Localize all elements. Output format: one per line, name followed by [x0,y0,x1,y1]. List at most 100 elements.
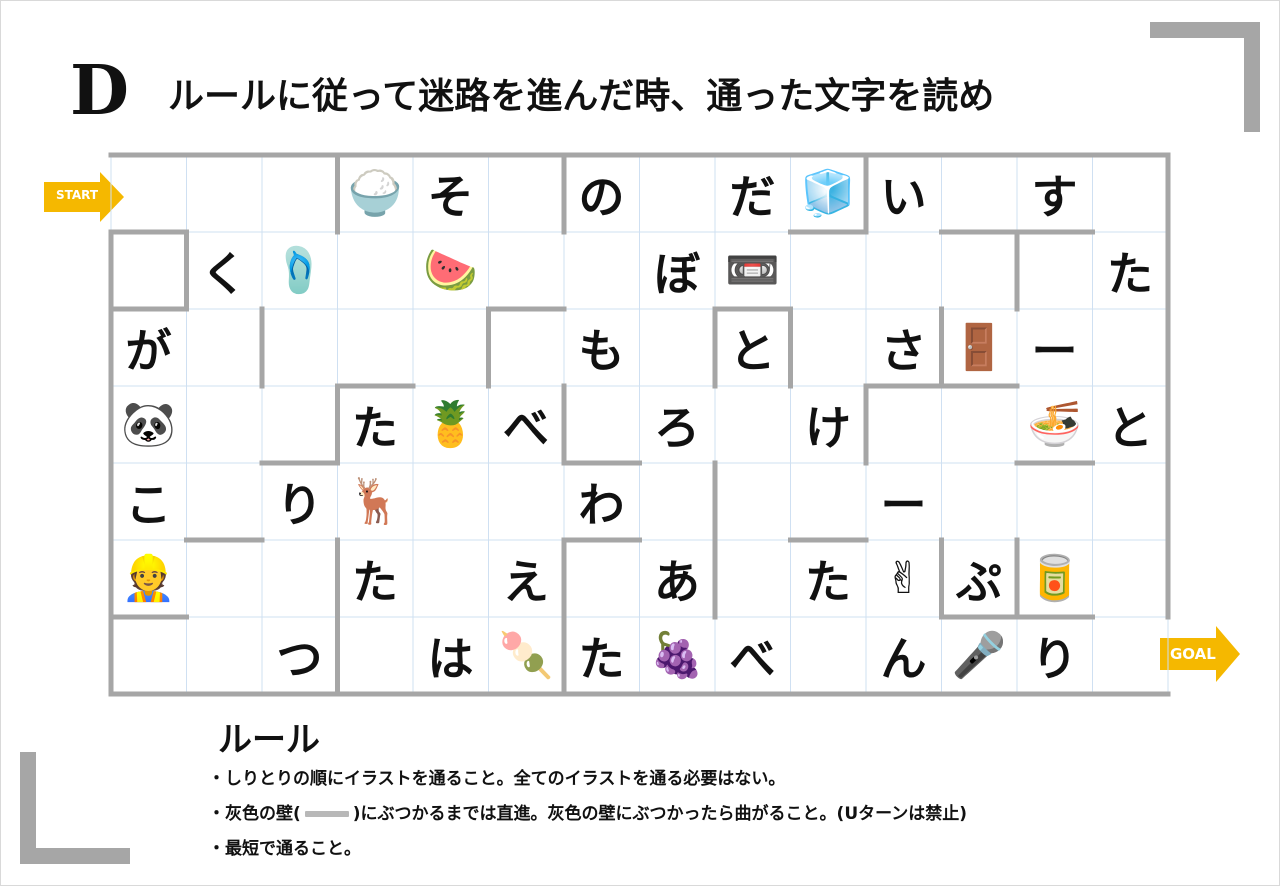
maze-cell-character: た [805,554,851,609]
rubiks-cube-icon-glyph: 🧊 [800,167,856,219]
maze-cell-empty [640,463,715,540]
door-icon-glyph: 🚪 [951,321,1007,373]
maze-cell-empty [262,540,337,617]
maze-cell-character: り [1031,631,1078,686]
maze-cell-character: ぼ [654,246,700,301]
rubiks-cube-icon: 🧊 [791,155,866,232]
maze-cell-character: す [1031,169,1078,224]
maze-cell-character: た [352,400,398,455]
maze-cell-character: さ [880,323,927,378]
maze-cell-empty [262,309,337,386]
maze-cell-character: ん [880,631,927,686]
rice-bowl-icon-glyph: 🍚 [347,167,403,219]
maze-cell-empty [111,155,186,232]
maze-cell-empty [640,309,715,386]
deer-icon: 🦌 [338,463,413,540]
maze-cell-character: ろ [654,400,700,455]
maze-cell-empty [111,232,186,309]
maze-cell-character: わ [578,477,625,532]
maze-cell-character: と [729,323,776,378]
dango-icon-glyph: 🍡 [498,629,554,681]
carpenter-icon-glyph: 👷 [121,552,176,604]
wall-sample-swatch [304,811,349,817]
maze-cell-character: ー [1031,323,1078,378]
maze-cell-empty [942,463,1017,540]
rule-1: ・しりとりの順にイラストを通ること。全てのイラストを通る必要はない。 [208,769,786,789]
maze-cell-empty [489,232,564,309]
maze-cell-empty [715,540,790,617]
maze-cell-empty [1093,309,1168,386]
maze-cell-character: た [578,631,625,686]
maze-cell-empty [1093,155,1168,232]
door-icon: 🚪 [942,309,1017,386]
maze-cell-character: け [805,400,851,455]
maze-cell-empty [791,309,866,386]
maze-cell-empty [187,617,262,694]
maze-cell-empty [564,540,639,617]
maze-cell-empty [338,617,413,694]
maze-cell-empty [791,463,866,540]
cassette-tape-icon-glyph: 📼 [725,244,780,296]
maze-cell-character: く [201,246,247,301]
panda-icon: 🐼 [111,386,186,463]
rule-2-suffix: )にぶつかるまでは直進。灰色の壁にぶつかったら曲がること。(Uターンは禁止) [352,804,968,824]
maze-cell-character: は [427,631,474,686]
maze-cell-empty [564,386,639,463]
panda-icon-glyph: 🐼 [121,398,176,450]
grapes-icon: 🍇 [640,617,715,694]
maze-cell-empty [1093,617,1168,694]
maze-cell-character: え [503,554,549,609]
maze-cell-empty [489,155,564,232]
maze-cell-empty [564,232,639,309]
maze-cell-empty [413,309,488,386]
maze-cell-character: べ [503,400,549,455]
microphone-icon: 🎤 [942,617,1017,694]
rice-bowl-icon: 🍚 [338,155,413,232]
rules-title: ルール [218,720,320,760]
deer-icon-glyph: 🦌 [347,475,403,527]
maze-cell-character: あ [654,554,700,609]
maze-cell-empty [338,309,413,386]
peace-sign-icon: ✌ [866,540,941,617]
maze-cell-empty [262,386,337,463]
maze-cell-character: の [578,169,625,224]
udon-bowl-icon: 🍜 [1017,386,1092,463]
maze-cell-character: た [1107,246,1153,301]
slippers-icon: 🩴 [262,232,337,309]
maze-cell-character: ー [880,477,927,532]
maze-cell-empty [187,386,262,463]
maze-cell-empty [942,155,1017,232]
maze-cell-character: た [352,554,398,609]
maze-cell-empty [489,309,564,386]
maze-cell-empty [413,540,488,617]
dango-icon: 🍡 [489,617,564,694]
pineapple-icon: 🍍 [413,386,488,463]
maze-cell-character: だ [729,169,776,224]
microphone-icon-glyph: 🎤 [951,629,1007,681]
maze-cell-empty [489,463,564,540]
maze-cell-empty [1093,463,1168,540]
juice-can-icon-glyph: 🥫 [1027,552,1082,604]
maze-cell-empty [187,540,262,617]
maze-cell-character: そ [427,169,474,224]
pineapple-icon-glyph: 🍍 [423,398,478,450]
maze-cell-empty [413,463,488,540]
maze-cell-empty [262,155,337,232]
maze-cell-empty [187,463,262,540]
juice-can-icon: 🥫 [1017,540,1092,617]
maze-cell-character: べ [729,631,776,686]
maze-cell-character: い [880,169,927,224]
maze-board: 🍚 そのだ 🧊 いすく 🩴 🍉 ぼ 📼 たがもとさ 🚪 ー 🐼 た 🍍 べろけ 🍜 とこり 🦌 わー 👷 たえあた ✌ ぷ 🥫… [0,0,1280,886]
grapes-icon-glyph: 🍇 [649,629,705,681]
maze-cell-empty [111,617,186,694]
maze-cell-empty [1093,540,1168,617]
maze-cell-character: ぷ [956,554,1002,609]
maze-cell-empty [866,232,941,309]
maze-cell-empty [1017,463,1092,540]
maze-cell-empty [1017,232,1092,309]
maze-cell-empty [791,232,866,309]
maze-cell-character: こ [125,477,172,532]
maze-cell-empty [187,155,262,232]
maze-cell-character: り [276,477,323,532]
maze-cell-character: が [125,323,172,378]
